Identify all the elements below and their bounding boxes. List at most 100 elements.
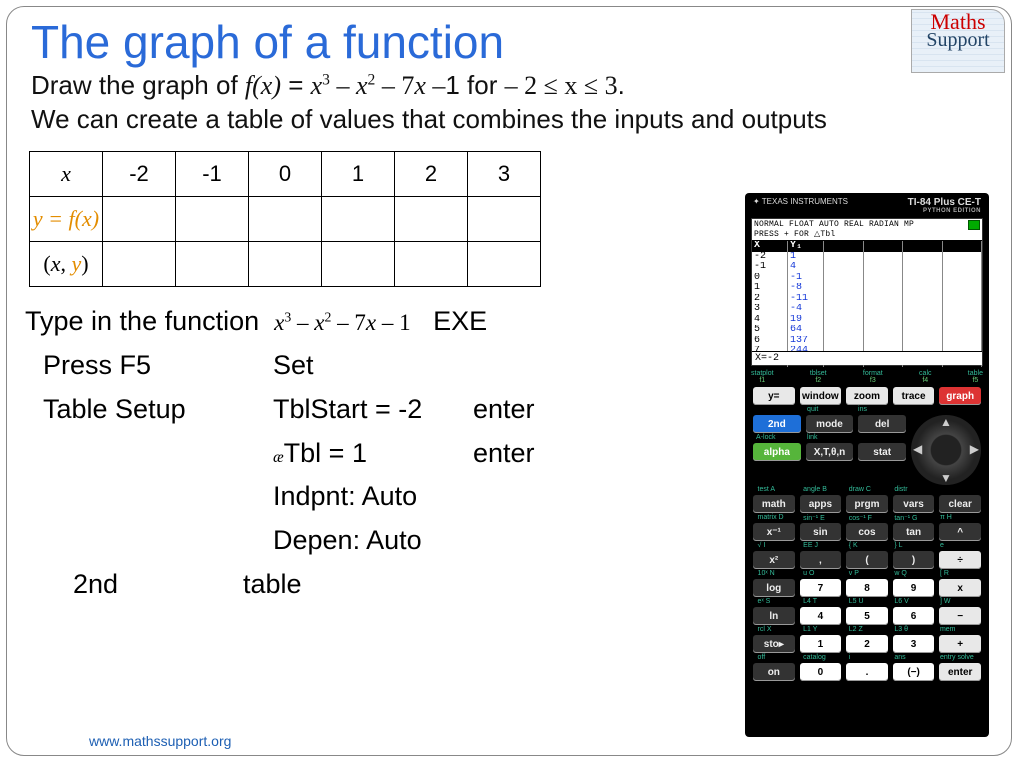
step-tblstart: TblStart = -2 xyxy=(273,389,473,431)
instr-domain: – 2 ≤ x ≤ 3 xyxy=(505,71,618,100)
key-sym[interactable]: (−) xyxy=(893,663,935,681)
step-indpnt: Indpnt: Auto xyxy=(273,476,417,518)
key-3[interactable]: 3 xyxy=(893,635,935,653)
cell xyxy=(176,197,249,242)
key-sym[interactable]: − xyxy=(939,607,981,625)
key-2[interactable]: 2 xyxy=(846,635,888,653)
key-sin[interactable]: sin xyxy=(800,523,842,541)
key-sym[interactable]: ^ xyxy=(939,523,981,541)
key-x[interactable]: x xyxy=(939,579,981,597)
key-sto[interactable]: sto▸ xyxy=(753,635,795,653)
key-clear[interactable]: clear xyxy=(939,495,981,513)
key-x[interactable]: x² xyxy=(753,551,795,569)
instr-expr: x3 – x2 – 7x – xyxy=(311,71,446,100)
key-sym[interactable]: ÷ xyxy=(939,551,981,569)
key-8[interactable]: 8 xyxy=(846,579,888,597)
key-sym[interactable]: ) xyxy=(893,551,935,569)
key-prgm[interactable]: prgm xyxy=(846,495,888,513)
key-0[interactable]: 0 xyxy=(800,663,842,681)
screen-table: XY₁-21-140-11-82-113-4419564613772448391 xyxy=(752,241,982,367)
instr-eq: = xyxy=(281,70,311,100)
step-depen: Depen: Auto xyxy=(273,520,422,562)
battery-icon xyxy=(968,220,980,230)
cell xyxy=(249,242,322,287)
key-6[interactable]: 6 xyxy=(893,607,935,625)
key-vars[interactable]: vars xyxy=(893,495,935,513)
cell xyxy=(468,242,541,287)
instr-line2: We can create a table of values that com… xyxy=(31,104,827,134)
arrow-right-icon[interactable]: ▶ xyxy=(970,442,979,456)
key-on[interactable]: on xyxy=(753,663,795,681)
key-2nd[interactable]: 2nd xyxy=(753,415,801,433)
key-stat[interactable]: stat xyxy=(858,443,906,461)
th-xy: (x, y) xyxy=(30,242,103,287)
step-set: Set xyxy=(273,345,314,387)
calculator: ✦ TEXAS INSTRUMENTS TI-84 Plus CE-TPYTHO… xyxy=(745,193,989,737)
key-apps[interactable]: apps xyxy=(800,495,842,513)
instr-prefix: Draw the graph of xyxy=(31,70,245,100)
cell: 3 xyxy=(468,152,541,197)
key-math[interactable]: math xyxy=(753,495,795,513)
table-row: (x, y) xyxy=(30,242,541,287)
keyboard: y=windowzoomtracegraph 2ndmodedelquitins… xyxy=(745,387,989,699)
screen-header: NORMAL FLOAT AUTO REAL RADIAN MP PRESS +… xyxy=(752,219,982,241)
key-ln[interactable]: ln xyxy=(753,607,795,625)
cell: -1 xyxy=(176,152,249,197)
cell xyxy=(103,242,176,287)
step-enter2: enter xyxy=(473,433,563,475)
table-row: x -2 -1 0 1 2 3 xyxy=(30,152,541,197)
cell xyxy=(322,242,395,287)
key-XTn[interactable]: X,T,θ,n xyxy=(806,443,854,461)
key-mode[interactable]: mode xyxy=(806,415,854,433)
key-7[interactable]: 7 xyxy=(800,579,842,597)
cell: -2 xyxy=(103,152,176,197)
key-del[interactable]: del xyxy=(858,415,906,433)
key-sym[interactable]: , xyxy=(800,551,842,569)
softkey-labels: statplotf1tblsetf2formatf3calcf4tablef5 xyxy=(745,370,989,387)
arrow-up-icon[interactable]: ▲ xyxy=(940,415,952,429)
slide: Maths Support The graph of a function Dr… xyxy=(6,6,1012,756)
key-enter[interactable]: enter xyxy=(939,663,981,681)
step-2nd: 2nd xyxy=(25,564,193,606)
key-zoom[interactable]: zoom xyxy=(846,387,888,405)
calc-screen: NORMAL FLOAT AUTO REAL RADIAN MP PRESS +… xyxy=(751,218,983,366)
cell: 1 xyxy=(322,152,395,197)
key-sym[interactable]: + xyxy=(939,635,981,653)
key-sym[interactable]: . xyxy=(846,663,888,681)
step-exe: EXE xyxy=(433,306,487,336)
cell xyxy=(395,242,468,287)
key-4[interactable]: 4 xyxy=(800,607,842,625)
dpad[interactable]: ▲ ▼ ◀ ▶ xyxy=(911,415,981,485)
step-table: table xyxy=(193,564,302,606)
cell xyxy=(176,242,249,287)
step-type: Type in the function xyxy=(25,306,259,336)
step-expr: x3 – x2 – 7x – 1 xyxy=(274,310,410,335)
footer-url[interactable]: www.mathssupport.org xyxy=(89,733,231,749)
step-deltatbl: æTbl = 1 xyxy=(273,433,473,475)
key-5[interactable]: 5 xyxy=(846,607,888,625)
key-tan[interactable]: tan xyxy=(893,523,935,541)
th-x: x xyxy=(61,161,71,186)
arrow-down-icon[interactable]: ▼ xyxy=(940,471,952,485)
key-alpha[interactable]: alpha xyxy=(753,443,801,461)
page-title: The graph of a function xyxy=(7,7,1011,69)
key-window[interactable]: window xyxy=(800,387,842,405)
key-sym[interactable]: ( xyxy=(846,551,888,569)
logo-badge: Maths Support xyxy=(911,9,1005,73)
key-x[interactable]: x⁻¹ xyxy=(753,523,795,541)
arrow-left-icon[interactable]: ◀ xyxy=(913,442,922,456)
instruction-block: Draw the graph of f(x) = x3 – x2 – 7x –1… xyxy=(7,69,1011,135)
key-trace[interactable]: trace xyxy=(893,387,935,405)
key-9[interactable]: 9 xyxy=(893,579,935,597)
th-yfx: y = f(x) xyxy=(30,197,103,242)
values-table: x -2 -1 0 1 2 3 y = f(x) (x, y) xyxy=(29,151,541,287)
cell: 0 xyxy=(249,152,322,197)
calc-model: TI-84 Plus CE-TPYTHON EDITION xyxy=(908,197,981,214)
key-log[interactable]: log xyxy=(753,579,795,597)
key-y[interactable]: y= xyxy=(753,387,795,405)
step-tablesetup: Table Setup xyxy=(25,389,273,431)
key-cos[interactable]: cos xyxy=(846,523,888,541)
cell xyxy=(468,197,541,242)
key-graph[interactable]: graph xyxy=(939,387,981,405)
key-1[interactable]: 1 xyxy=(800,635,842,653)
